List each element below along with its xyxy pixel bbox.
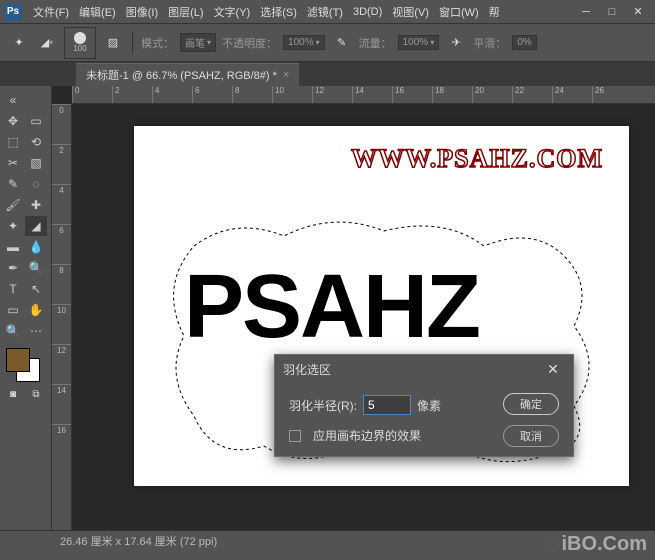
apply-canvas-checkbox[interactable] [289, 430, 301, 442]
dialog-titlebar[interactable]: 羽化选区 ✕ [275, 355, 573, 383]
radius-input[interactable] [363, 395, 411, 415]
toolbox: « ✥ ▭ ⬚ ⟲ ✂ ▧ ✎ ◌ 🖌 ✚ ✦ ◢ ▬ 💧 ✒ 🔍 T ↖ ▭ … [0, 86, 52, 530]
smooth-label: 平滑： [473, 35, 506, 51]
zoom-tool[interactable]: 🔍 [2, 321, 24, 341]
brush-dot-icon [74, 32, 86, 44]
shape-tool[interactable]: ▭ [2, 300, 24, 320]
clone-tool[interactable]: ✦ [2, 216, 24, 236]
watermark-text: WWW.PSAHZ.COM [351, 144, 603, 174]
airbrush-icon[interactable]: ✈ [445, 32, 467, 54]
checkbox-label: 应用画布边界的效果 [313, 427, 421, 444]
menu-help[interactable]: 帮 [484, 4, 505, 20]
menu-edit[interactable]: 编辑(E) [74, 4, 121, 20]
menu-window[interactable]: 窗口(W) [434, 4, 484, 20]
mode-select[interactable]: 画笔▾ [180, 33, 216, 52]
maximize-button[interactable]: □ [599, 2, 625, 22]
collapse-icon[interactable]: « [2, 90, 24, 110]
pen-tool[interactable]: ✒ [2, 258, 24, 278]
menu-select[interactable]: 选择(S) [255, 4, 302, 20]
document-tabs: 未标题-1 @ 66.7% (PSAHZ, RGB/8#) * × [0, 62, 655, 86]
brand-watermark: UiBO.Com [547, 533, 647, 556]
brush-panel-icon[interactable]: ▨ [102, 32, 124, 54]
eraser-tool[interactable]: ◢ [25, 216, 47, 236]
path-tool[interactable]: ↖ [25, 279, 47, 299]
dialog-title-text: 羽化选区 [283, 361, 331, 378]
canvas-text: PSAHZ [184, 256, 479, 359]
current-tool-icon[interactable]: ✦ [8, 32, 30, 54]
radius-unit: 像素 [417, 397, 441, 414]
eyedropper-tool[interactable]: ✎ [2, 174, 24, 194]
artboard-tool[interactable]: ▭ [25, 111, 47, 131]
tab-close-icon[interactable]: × [283, 69, 289, 81]
blur-tool[interactable]: 💧 [25, 237, 47, 257]
opacity-field[interactable]: 100%▾ [283, 35, 325, 50]
extra-tool[interactable]: ⋯ [25, 321, 47, 341]
close-button[interactable]: ✕ [625, 2, 651, 22]
feather-dialog: 羽化选区 ✕ 羽化半径(R): 像素 应用画布边界的效果 确定 取消 [274, 354, 574, 457]
options-bar: ✦ ◢▾ 100 ▨ 模式： 画笔▾ 不透明度： 100%▾ ✎ 流量： 100… [0, 24, 655, 62]
gradient-tool[interactable]: ▬ [2, 237, 24, 257]
menubar: Ps 文件(F) 编辑(E) 图像(I) 图层(L) 文字(Y) 选择(S) 滤… [0, 0, 655, 24]
hand-tool[interactable]: ✋ [25, 300, 47, 320]
marquee-tool[interactable]: ⬚ [2, 132, 24, 152]
type-tool[interactable]: T [2, 279, 24, 299]
screenmode-icon[interactable]: ⧉ [25, 385, 47, 403]
status-text: 26.46 厘米 x 17.64 厘米 (72 ppi) [60, 533, 217, 549]
fg-color[interactable] [6, 348, 30, 372]
dodge-tool[interactable]: 🔍 [25, 258, 47, 278]
minimize-button[interactable]: ─ [573, 2, 599, 22]
menu-type[interactable]: 文字(Y) [209, 4, 256, 20]
ruler-vertical[interactable]: 0246810121416 [52, 104, 72, 530]
opacity-label: 不透明度： [222, 35, 277, 51]
menu-image[interactable]: 图像(I) [121, 4, 163, 20]
mode-label: 模式： [141, 35, 174, 51]
frame-tool[interactable]: ▧ [25, 153, 47, 173]
menu-view[interactable]: 视图(V) [387, 4, 434, 20]
brush-size-value: 100 [73, 44, 86, 53]
selection-tool[interactable]: ◌ [25, 174, 47, 194]
color-swatch[interactable] [2, 348, 46, 384]
brush-preset[interactable]: 100 [64, 27, 96, 59]
ok-button[interactable]: 确定 [503, 393, 559, 415]
menu-filter[interactable]: 滤镜(T) [302, 4, 348, 20]
menu-3d[interactable]: 3D(D) [348, 6, 387, 18]
app-logo: Ps [4, 3, 22, 21]
radius-label: 羽化半径(R): [289, 397, 357, 414]
crop-tool[interactable]: ✂ [2, 153, 24, 173]
menu-layer[interactable]: 图层(L) [163, 4, 208, 20]
dialog-close-button[interactable]: ✕ [541, 357, 565, 381]
menu-file[interactable]: 文件(F) [28, 4, 74, 20]
cancel-button[interactable]: 取消 [503, 425, 559, 447]
flow-label: 流量： [359, 35, 392, 51]
move-tool[interactable]: ✥ [2, 111, 24, 131]
smooth-field[interactable]: 0% [512, 35, 536, 50]
tab-title: 未标题-1 @ 66.7% (PSAHZ, RGB/8#) * [86, 67, 277, 83]
canvas-area: 02468101214161820222426 0246810121416 WW… [52, 86, 655, 530]
quickmask-icon[interactable]: ◙ [2, 385, 24, 403]
document-tab[interactable]: 未标题-1 @ 66.7% (PSAHZ, RGB/8#) * × [76, 63, 299, 86]
ruler-horizontal[interactable]: 02468101214161820222426 [72, 86, 655, 104]
lasso-tool[interactable]: ⟲ [25, 132, 47, 152]
eraser-icon[interactable]: ◢▾ [36, 32, 58, 54]
pressure-opacity-icon[interactable]: ✎ [331, 32, 353, 54]
brush-tool[interactable]: 🖌 [2, 195, 24, 215]
healing-tool[interactable]: ✚ [25, 195, 47, 215]
flow-field[interactable]: 100%▾ [398, 35, 440, 50]
